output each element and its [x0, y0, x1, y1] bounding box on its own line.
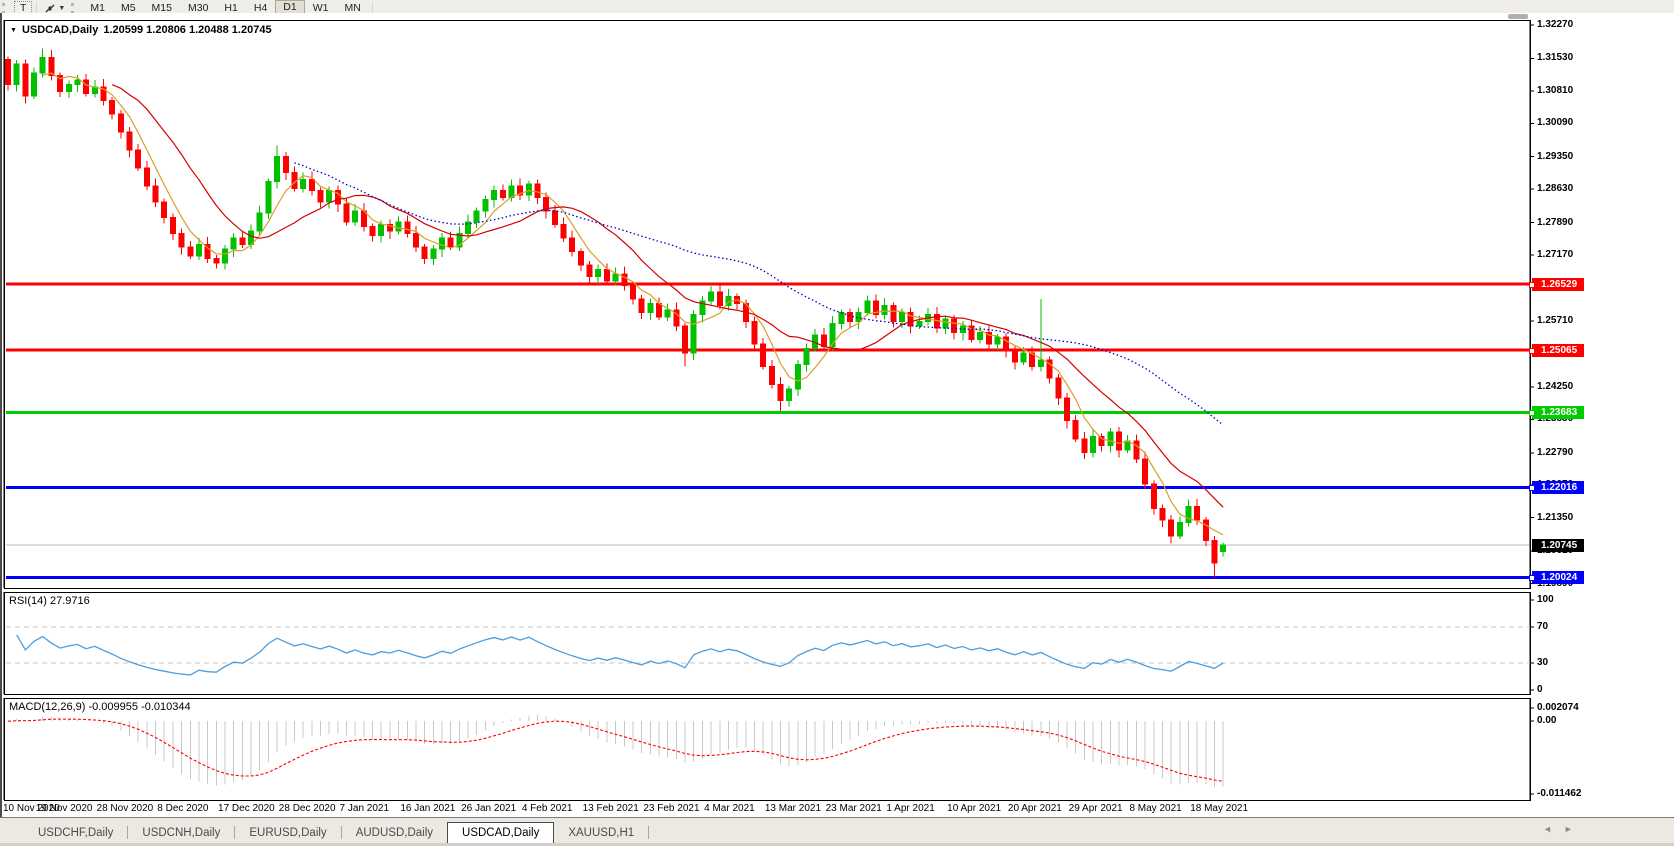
ma-mid-line	[112, 85, 1223, 508]
level-price-badge[interactable]: 1.22016	[1532, 481, 1584, 494]
level-drag-handle[interactable]	[1529, 282, 1535, 288]
level-drag-handle[interactable]	[1529, 575, 1535, 581]
level-drag-handle[interactable]	[1529, 410, 1535, 416]
candles-group[interactable]	[6, 48, 1226, 577]
chart-ohlc-values: 1.20599 1.20806 1.20488 1.20745	[103, 24, 271, 36]
macd-pane-border	[4, 698, 1530, 800]
chart-symbol-label: USDCAD,Daily	[22, 24, 98, 36]
main-pane-border	[4, 20, 1530, 588]
terminal-window: T ▼ M1M5M15M30H1H4D1W1MN ▼ USDCAD,Daily …	[0, 0, 1674, 846]
collapse-arrow-icon[interactable]: ▼	[10, 25, 17, 36]
level-drag-handle[interactable]	[1529, 485, 1535, 491]
rsi-line	[17, 635, 1224, 675]
chart-graphics	[0, 0, 1674, 846]
rsi-guide-lines	[6, 627, 1530, 663]
macd-indicator-label: MACD(12,26,9) -0.009955 -0.010344	[9, 701, 191, 713]
level-price-badge[interactable]: 1.23683	[1532, 406, 1584, 419]
level-drag-handle[interactable]	[1529, 348, 1535, 354]
level-price-badge[interactable]: 1.20024	[1532, 571, 1584, 584]
level-price-badge[interactable]: 1.26529	[1532, 278, 1584, 291]
chart-title: ▼ USDCAD,Daily 1.20599 1.20806 1.20488 1…	[10, 24, 272, 36]
rsi-indicator-label: RSI(14) 27.9716	[9, 595, 90, 607]
macd-histogram	[8, 715, 1223, 787]
rsi-pane-border	[4, 592, 1530, 694]
ma-slow-line	[294, 163, 1223, 425]
current-price-badge: 1.20745	[1532, 539, 1584, 552]
horizontal-level-lines[interactable]	[6, 284, 1530, 578]
level-price-badge[interactable]: 1.25065	[1532, 344, 1584, 357]
